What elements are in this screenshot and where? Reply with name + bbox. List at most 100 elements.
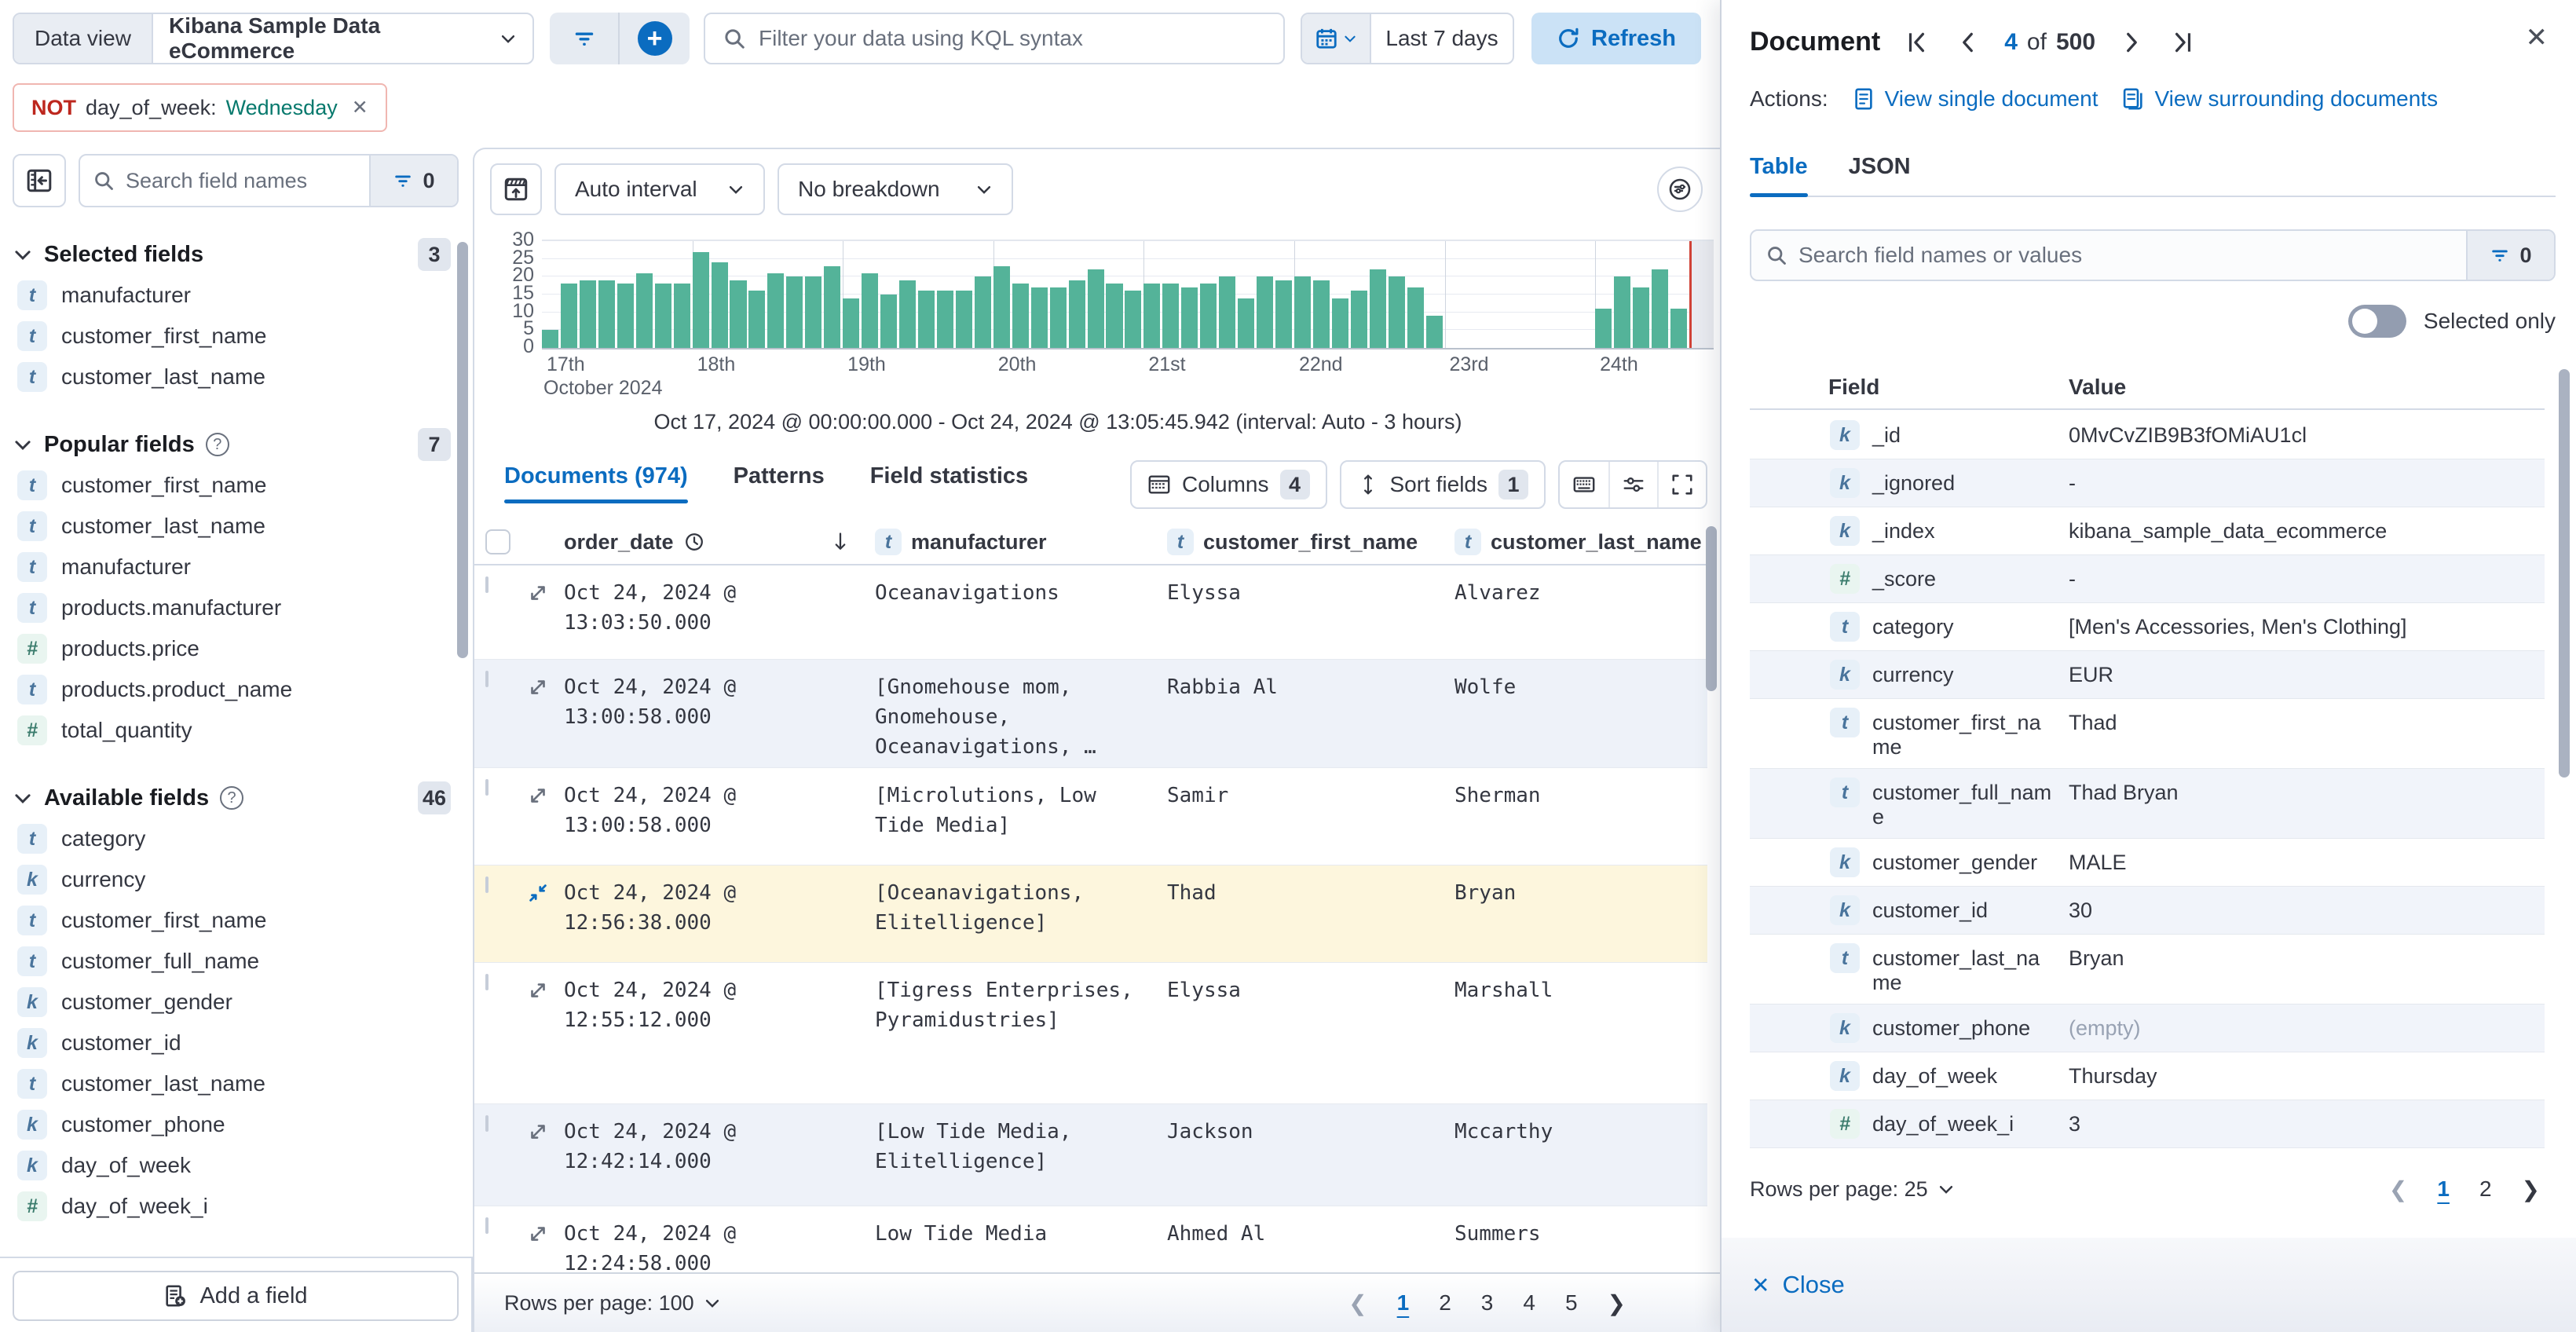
field-search-input[interactable]: Search field names 0 — [79, 154, 459, 207]
sidebar-field-item[interactable]: tmanufacturer — [13, 547, 451, 587]
sidebar-field-item[interactable]: tcustomer_first_name — [13, 900, 451, 941]
pagination-next[interactable]: ❯ — [1608, 1290, 1626, 1316]
tab-field-statistics[interactable]: Field statistics — [870, 463, 1028, 503]
flyout-scrollbar[interactable] — [2559, 369, 2570, 778]
expand-doc-icon[interactable] — [526, 675, 550, 699]
sidebar-scrollbar[interactable] — [457, 242, 468, 658]
fullscreen-button[interactable] — [1657, 462, 1706, 507]
pagination-page-1[interactable]: 1 — [2437, 1176, 2450, 1202]
sidebar-field-item[interactable]: tcategory — [13, 818, 451, 859]
time-range-value[interactable]: Last 7 days — [1371, 14, 1513, 63]
flyout-filter-button[interactable]: 0 — [2466, 231, 2554, 280]
pagination-page-3[interactable]: 3 — [1481, 1290, 1494, 1316]
prev-doc-icon[interactable] — [1954, 29, 1981, 56]
sidebar-field-item[interactable]: kcurrency — [13, 859, 451, 900]
chart-options-button[interactable] — [1657, 166, 1703, 212]
field-section-header[interactable]: Popular fields?7 — [13, 424, 451, 465]
expand-doc-icon[interactable] — [526, 581, 550, 605]
expand-doc-icon[interactable] — [526, 784, 550, 807]
row-checkbox[interactable] — [485, 974, 488, 990]
remove-filter-icon[interactable]: ✕ — [352, 96, 368, 119]
row-checkbox[interactable] — [485, 876, 488, 893]
field-filter-button[interactable]: 0 — [369, 156, 457, 206]
sidebar-field-item[interactable]: kday_of_week — [13, 1145, 451, 1186]
sidebar-field-item[interactable]: tcustomer_last_name — [13, 357, 451, 397]
sidebar-field-item[interactable]: tcustomer_last_name — [13, 506, 451, 547]
kql-search-input[interactable]: Filter your data using KQL syntax — [704, 13, 1285, 64]
sidebar-field-item[interactable]: tcustomer_full_name — [13, 941, 451, 982]
breakdown-select[interactable]: No breakdown — [778, 163, 1013, 215]
row-checkbox[interactable] — [485, 576, 488, 593]
selected-only-toggle[interactable] — [2348, 305, 2406, 338]
collapse-sidebar-button[interactable] — [13, 154, 66, 207]
add-filter-button[interactable]: + — [620, 13, 690, 64]
pagination-page-4[interactable]: 4 — [1523, 1290, 1535, 1316]
expand-doc-icon[interactable] — [526, 1120, 550, 1144]
rows-per-page-select[interactable]: Rows per page: 100 — [504, 1291, 721, 1316]
date-picker-menu-button[interactable] — [1302, 14, 1371, 63]
flyout-rows-per-page-select[interactable]: Rows per page: 25 — [1750, 1177, 1955, 1202]
tab-documents[interactable]: Documents (974) — [504, 463, 688, 503]
sidebar-field-item[interactable]: tcustomer_last_name — [13, 1063, 451, 1104]
expand-doc-icon[interactable] — [526, 1222, 550, 1246]
flyout-tab-json[interactable]: JSON — [1849, 154, 1911, 196]
view-surrounding-documents-link[interactable]: View surrounding documents — [2121, 86, 2438, 112]
grid-scrollbar[interactable] — [1706, 526, 1717, 691]
first-doc-icon[interactable] — [1904, 29, 1930, 56]
field-section-header[interactable]: Available fields?46 — [13, 778, 451, 818]
field-section-header[interactable]: Selected fields3 — [13, 234, 451, 275]
sidebar-field-item[interactable]: #day_of_week_i — [13, 1186, 451, 1227]
row-checkbox[interactable] — [485, 1217, 488, 1234]
pagination-page-5[interactable]: 5 — [1565, 1290, 1578, 1316]
refresh-button[interactable]: Refresh — [1531, 13, 1701, 64]
flyout-tab-table[interactable]: Table — [1750, 154, 1808, 196]
tab-patterns[interactable]: Patterns — [734, 463, 825, 503]
pagination-page-1[interactable]: 1 — [1397, 1290, 1410, 1316]
collapse-doc-icon[interactable] — [526, 881, 550, 905]
expand-doc-icon[interactable] — [526, 979, 550, 1002]
data-view-picker[interactable]: Data view Kibana Sample Data eCommerce — [13, 13, 534, 64]
add-field-button[interactable]: Add a field — [13, 1271, 459, 1321]
sidebar-field-item[interactable]: tproducts.product_name — [13, 669, 451, 710]
row-checkbox[interactable] — [485, 671, 488, 687]
histogram-bar — [1294, 276, 1311, 348]
row-settings-button[interactable] — [1608, 462, 1657, 507]
column-header-manufacturer[interactable]: t manufacturer — [875, 529, 1167, 555]
row-checkbox[interactable] — [485, 779, 488, 796]
sidebar-field-item[interactable]: tproducts.manufacturer — [13, 587, 451, 628]
columns-button[interactable]: Columns 4 — [1130, 460, 1326, 509]
pagination-page-2[interactable]: 2 — [2479, 1176, 2492, 1202]
pagination-prev[interactable]: ❮ — [1348, 1290, 1367, 1316]
last-doc-icon[interactable] — [2169, 29, 2196, 56]
sidebar-field-item[interactable]: kcustomer_id — [13, 1023, 451, 1063]
sort-desc-icon[interactable] — [829, 531, 851, 553]
interval-select[interactable]: Auto interval — [554, 163, 765, 215]
sidebar-field-item[interactable]: tcustomer_first_name — [13, 316, 451, 357]
histogram-plot[interactable] — [542, 240, 1714, 349]
sidebar-field-item[interactable]: tmanufacturer — [13, 275, 451, 316]
sidebar-field-item[interactable]: kcustomer_gender — [13, 982, 451, 1023]
next-doc-icon[interactable] — [2119, 29, 2146, 56]
sort-fields-button[interactable]: Sort fields 1 — [1340, 460, 1546, 509]
pagination-next[interactable]: ❯ — [2522, 1176, 2540, 1202]
chart-visibility-button[interactable] — [490, 163, 542, 215]
close-button[interactable]: ✕ Close — [1751, 1271, 1845, 1299]
close-flyout-icon[interactable]: ✕ — [2526, 22, 2549, 53]
sidebar-field-item[interactable]: #products.price — [13, 628, 451, 669]
view-single-document-link[interactable]: View single document — [1852, 86, 2098, 112]
column-header-order-date[interactable]: order_date — [564, 530, 875, 554]
date-picker[interactable]: Last 7 days — [1301, 13, 1514, 64]
column-header-customer-last-name[interactable]: t customer_last_name — [1454, 529, 1707, 555]
sidebar-field-item[interactable]: kcustomer_phone — [13, 1104, 451, 1145]
pagination-page-2[interactable]: 2 — [1439, 1290, 1451, 1316]
pagination-prev[interactable]: ❮ — [2389, 1176, 2407, 1202]
sidebar-field-item[interactable]: #total_quantity — [13, 710, 451, 751]
filter-pill[interactable]: NOT day_of_week: Wednesday ✕ — [13, 83, 387, 132]
select-all-checkbox[interactable] — [485, 529, 510, 554]
flyout-search-input[interactable]: Search field names or values 0 — [1750, 229, 2556, 281]
row-checkbox[interactable] — [485, 1115, 488, 1132]
column-header-customer-first-name[interactable]: t customer_first_name — [1167, 529, 1454, 555]
density-button[interactable] — [1560, 462, 1608, 507]
sidebar-field-item[interactable]: tcustomer_first_name — [13, 465, 451, 506]
filter-menu-button[interactable] — [550, 13, 620, 64]
